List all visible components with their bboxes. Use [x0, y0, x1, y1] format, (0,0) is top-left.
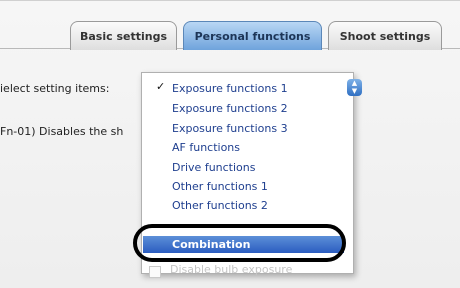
disable-bulb-checkbox[interactable] [149, 266, 161, 278]
function-description: Fn-01) Disables the sh [0, 125, 124, 138]
menu-item-exposure-functions-2[interactable]: Exposure functions 2 [172, 100, 288, 117]
tab-shoot-settings[interactable]: Shoot settings [328, 21, 442, 50]
highlight-ring-annotation [133, 224, 346, 262]
menu-item-drive-functions[interactable]: Drive functions [172, 159, 256, 176]
tab-basic-settings[interactable]: Basic settings [70, 21, 177, 50]
checkmark-icon: ✓ [156, 80, 166, 93]
tab-personal-functions[interactable]: Personal functions [183, 21, 322, 50]
menu-item-exposure-functions-3[interactable]: Exposure functions 3 [172, 120, 288, 137]
menu-item-other-functions-2[interactable]: Other functions 2 [172, 197, 268, 214]
popup-stepper-icon[interactable]: ▲ ▼ [347, 79, 362, 96]
menu-item-af-functions[interactable]: AF functions [172, 139, 240, 156]
select-setting-items-label: ielect setting items: [0, 82, 110, 95]
disable-bulb-label: Disable bulb exposure [170, 263, 293, 276]
menu-item-other-functions-1[interactable]: Other functions 1 [172, 178, 268, 195]
menu-item-exposure-functions-1[interactable]: Exposure functions 1 [172, 80, 288, 97]
